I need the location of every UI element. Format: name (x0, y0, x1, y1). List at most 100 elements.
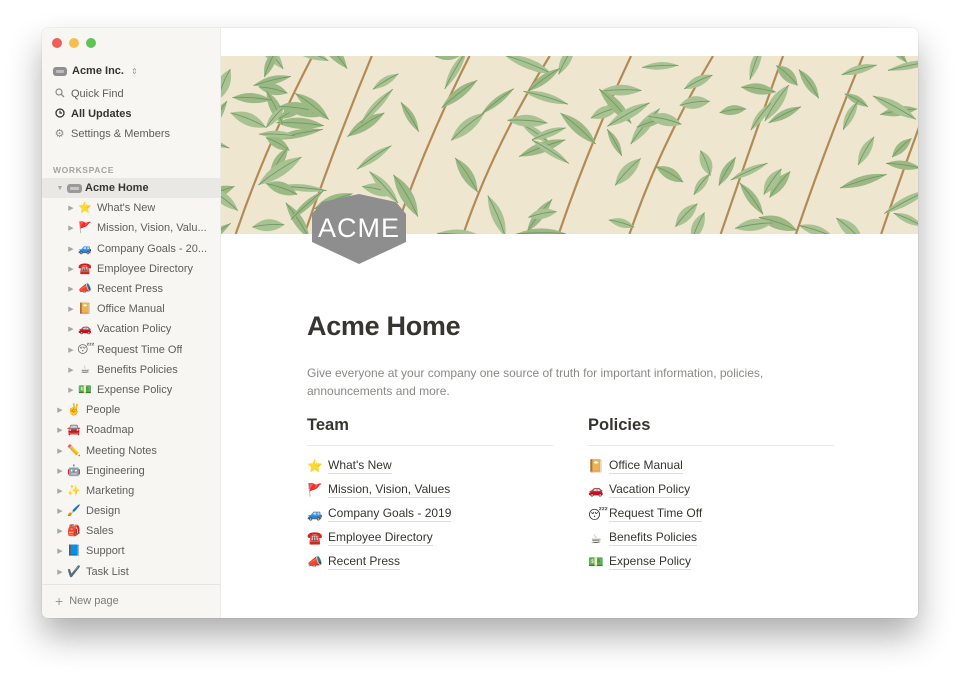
page-link-expense-policy[interactable]: 💵 Expense Policy (588, 550, 834, 574)
workspace-switcher[interactable]: Acme Inc. ⇕ (53, 64, 138, 78)
page-emoji-icon: ☕ (80, 363, 90, 376)
sidebar-page-office-manual[interactable]: ▶ 📔 Office Manual (42, 299, 221, 319)
maximize-window-button[interactable] (86, 38, 96, 48)
sidebar-page-meeting-notes[interactable]: ▶ ✏️ Meeting Notes (42, 440, 221, 460)
page-link-mission-vision-values[interactable]: 🚩 Mission, Vision, Values (307, 478, 553, 502)
gear-icon: ⚙ (54, 127, 65, 140)
leaf-shape (684, 74, 713, 90)
page-icon-acme-logo[interactable]: ACME (312, 194, 406, 264)
sidebar-page-design[interactable]: ▶ 🖌️ Design (42, 501, 221, 521)
page-title[interactable]: Acme Home (307, 311, 461, 342)
page-link-vacation-policy[interactable]: 🚗 Vacation Policy (588, 478, 834, 502)
nav-quick-find-label: Quick Find (71, 88, 124, 100)
expand-right-icon[interactable]: ▶ (65, 245, 77, 253)
sidebar-page-mission-vision-valu[interactable]: ▶ 🚩 Mission, Vision, Valu... (42, 218, 221, 238)
expand-right-icon[interactable]: ▶ (54, 447, 66, 455)
sidebar-page-label: Vacation Policy (97, 323, 172, 336)
page-link-label: Benefits Policies (609, 530, 698, 546)
expand-right-icon[interactable]: ▶ (65, 224, 77, 232)
expand-right-icon[interactable]: ▶ (65, 325, 77, 333)
expand-right-icon[interactable]: ▶ (65, 305, 77, 313)
leaf-shape (400, 102, 420, 132)
sidebar-page-vacation-policy[interactable]: ▶ 🚗 Vacation Policy (42, 319, 221, 339)
expand-right-icon[interactable]: ▶ (65, 285, 77, 293)
sidebar-page-request-time-off[interactable]: ▶ 😴 Request Time Off (42, 340, 221, 360)
page-link-emoji-icon: 🚗 (588, 482, 604, 497)
page-link-office-manual[interactable]: 📔 Office Manual (588, 454, 834, 478)
expand-right-icon[interactable]: ▶ (54, 467, 66, 475)
page-link-label: What's New (328, 458, 392, 474)
minimize-window-button[interactable] (69, 38, 79, 48)
expand-right-icon[interactable]: ▶ (65, 204, 77, 212)
sidebar-divider (42, 584, 220, 585)
sidebar-page-task-list[interactable]: ▶ ✔️ Task List (42, 562, 221, 582)
expand-right-icon[interactable]: ▶ (54, 426, 66, 434)
close-window-button[interactable] (52, 38, 62, 48)
leaf-shape (487, 195, 506, 234)
page-content: ACME Acme Home Give everyone at your com… (221, 28, 918, 618)
sidebar-page-support[interactable]: ▶ 📘 Support (42, 541, 221, 561)
leaf-shape (642, 62, 679, 70)
sidebar-page-employee-directory[interactable]: ▶ ☎️ Employee Directory (42, 259, 221, 279)
sidebar-page-people[interactable]: ▶ ✌️ People (42, 400, 221, 420)
sidebar-page-sales[interactable]: ▶ 🎒 Sales (42, 521, 221, 541)
expand-right-icon[interactable]: ▶ (65, 386, 77, 394)
page-description[interactable]: Give everyone at your company one source… (307, 364, 807, 400)
expand-right-icon[interactable]: ▶ (54, 487, 66, 495)
window-controls (52, 38, 96, 48)
page-link-what-s-new[interactable]: ⭐ What's New (307, 454, 553, 478)
expand-right-icon[interactable]: ▶ (65, 366, 77, 374)
sidebar-page-label: Mission, Vision, Valu... (97, 222, 207, 235)
expand-right-icon[interactable]: ▶ (54, 527, 66, 535)
page-link-employee-directory[interactable]: ☎️ Employee Directory (307, 526, 553, 550)
nav-settings-members[interactable]: ⚙ Settings & Members (54, 126, 170, 142)
page-link-emoji-icon: 😴 (588, 507, 609, 522)
page-link-company-goals-2019[interactable]: 🚙 Company Goals - 2019 (307, 502, 553, 526)
leaf-shape (441, 79, 478, 109)
sidebar-page-marketing[interactable]: ▶ ✨ Marketing (42, 481, 221, 501)
sidebar-page-roadmap[interactable]: ▶ 🚘 Roadmap (42, 420, 221, 440)
sidebar-page-label: Sales (86, 525, 114, 538)
sidebar-page-expense-policy[interactable]: ▶ 💵 Expense Policy (42, 380, 221, 400)
app-window: Acme Inc. ⇕ Quick Find All Updates ⚙ Set… (42, 28, 918, 618)
clock-icon (54, 107, 65, 121)
sidebar-page-company-goals-20[interactable]: ▶ 🚙 Company Goals - 20... (42, 239, 221, 259)
leaf-shape (839, 173, 887, 189)
leaf-shape (221, 100, 228, 136)
sidebar: Acme Inc. ⇕ Quick Find All Updates ⚙ Set… (42, 28, 221, 618)
page-emoji-icon: 🚙 (78, 242, 92, 255)
new-page-button[interactable]: + New page (55, 594, 119, 608)
expand-right-icon[interactable]: ▶ (54, 406, 66, 414)
leaf-shape (718, 157, 737, 186)
sidebar-page-recent-press[interactable]: ▶ 📣 Recent Press (42, 279, 221, 299)
page-link-emoji-icon: 💵 (588, 554, 604, 569)
page-link-emoji-icon: 📔 (588, 458, 604, 473)
leaf-shape (372, 73, 399, 90)
expand-right-icon[interactable]: ▶ (54, 547, 66, 555)
sidebar-page-label: Support (86, 545, 125, 558)
expand-right-icon[interactable]: ▶ (54, 568, 66, 576)
team-heading: Team (307, 416, 349, 434)
sidebar-page-engineering[interactable]: ▶ 🤖 Engineering (42, 461, 221, 481)
page-tree: ▼ Acme Home ▶ ⭐ What's New ▶ 🚩 Mission, Vision,… (42, 178, 221, 582)
leaf-shape (221, 136, 230, 149)
leaf-shape (481, 88, 515, 115)
expand-right-icon[interactable]: ▶ (54, 507, 66, 515)
sidebar-page-what-s-new[interactable]: ▶ ⭐ What's New (42, 198, 221, 218)
leaf-shape (749, 56, 763, 80)
page-link-request-time-off[interactable]: 😴 Request Time Off (588, 502, 834, 526)
expand-down-icon[interactable]: ▼ (54, 185, 66, 192)
nav-all-updates[interactable]: All Updates (54, 106, 132, 122)
nav-quick-find[interactable]: Quick Find (54, 86, 124, 102)
expand-right-icon[interactable]: ▶ (65, 346, 77, 354)
leaf-shape (699, 150, 713, 176)
sidebar-page-acme-home[interactable]: ▼ Acme Home (42, 178, 221, 199)
sidebar-page-benefits-policies[interactable]: ▶ ☕ Benefits Policies (42, 360, 221, 380)
svg-text:ACME: ACME (318, 213, 400, 243)
leaf-shape (230, 111, 267, 128)
page-link-recent-press[interactable]: 📣 Recent Press (307, 550, 553, 574)
expand-right-icon[interactable]: ▶ (65, 265, 77, 273)
page-link-benefits-policies[interactable]: ☕ Benefits Policies (588, 526, 834, 550)
search-icon (54, 87, 65, 101)
stem-shape (557, 56, 633, 234)
